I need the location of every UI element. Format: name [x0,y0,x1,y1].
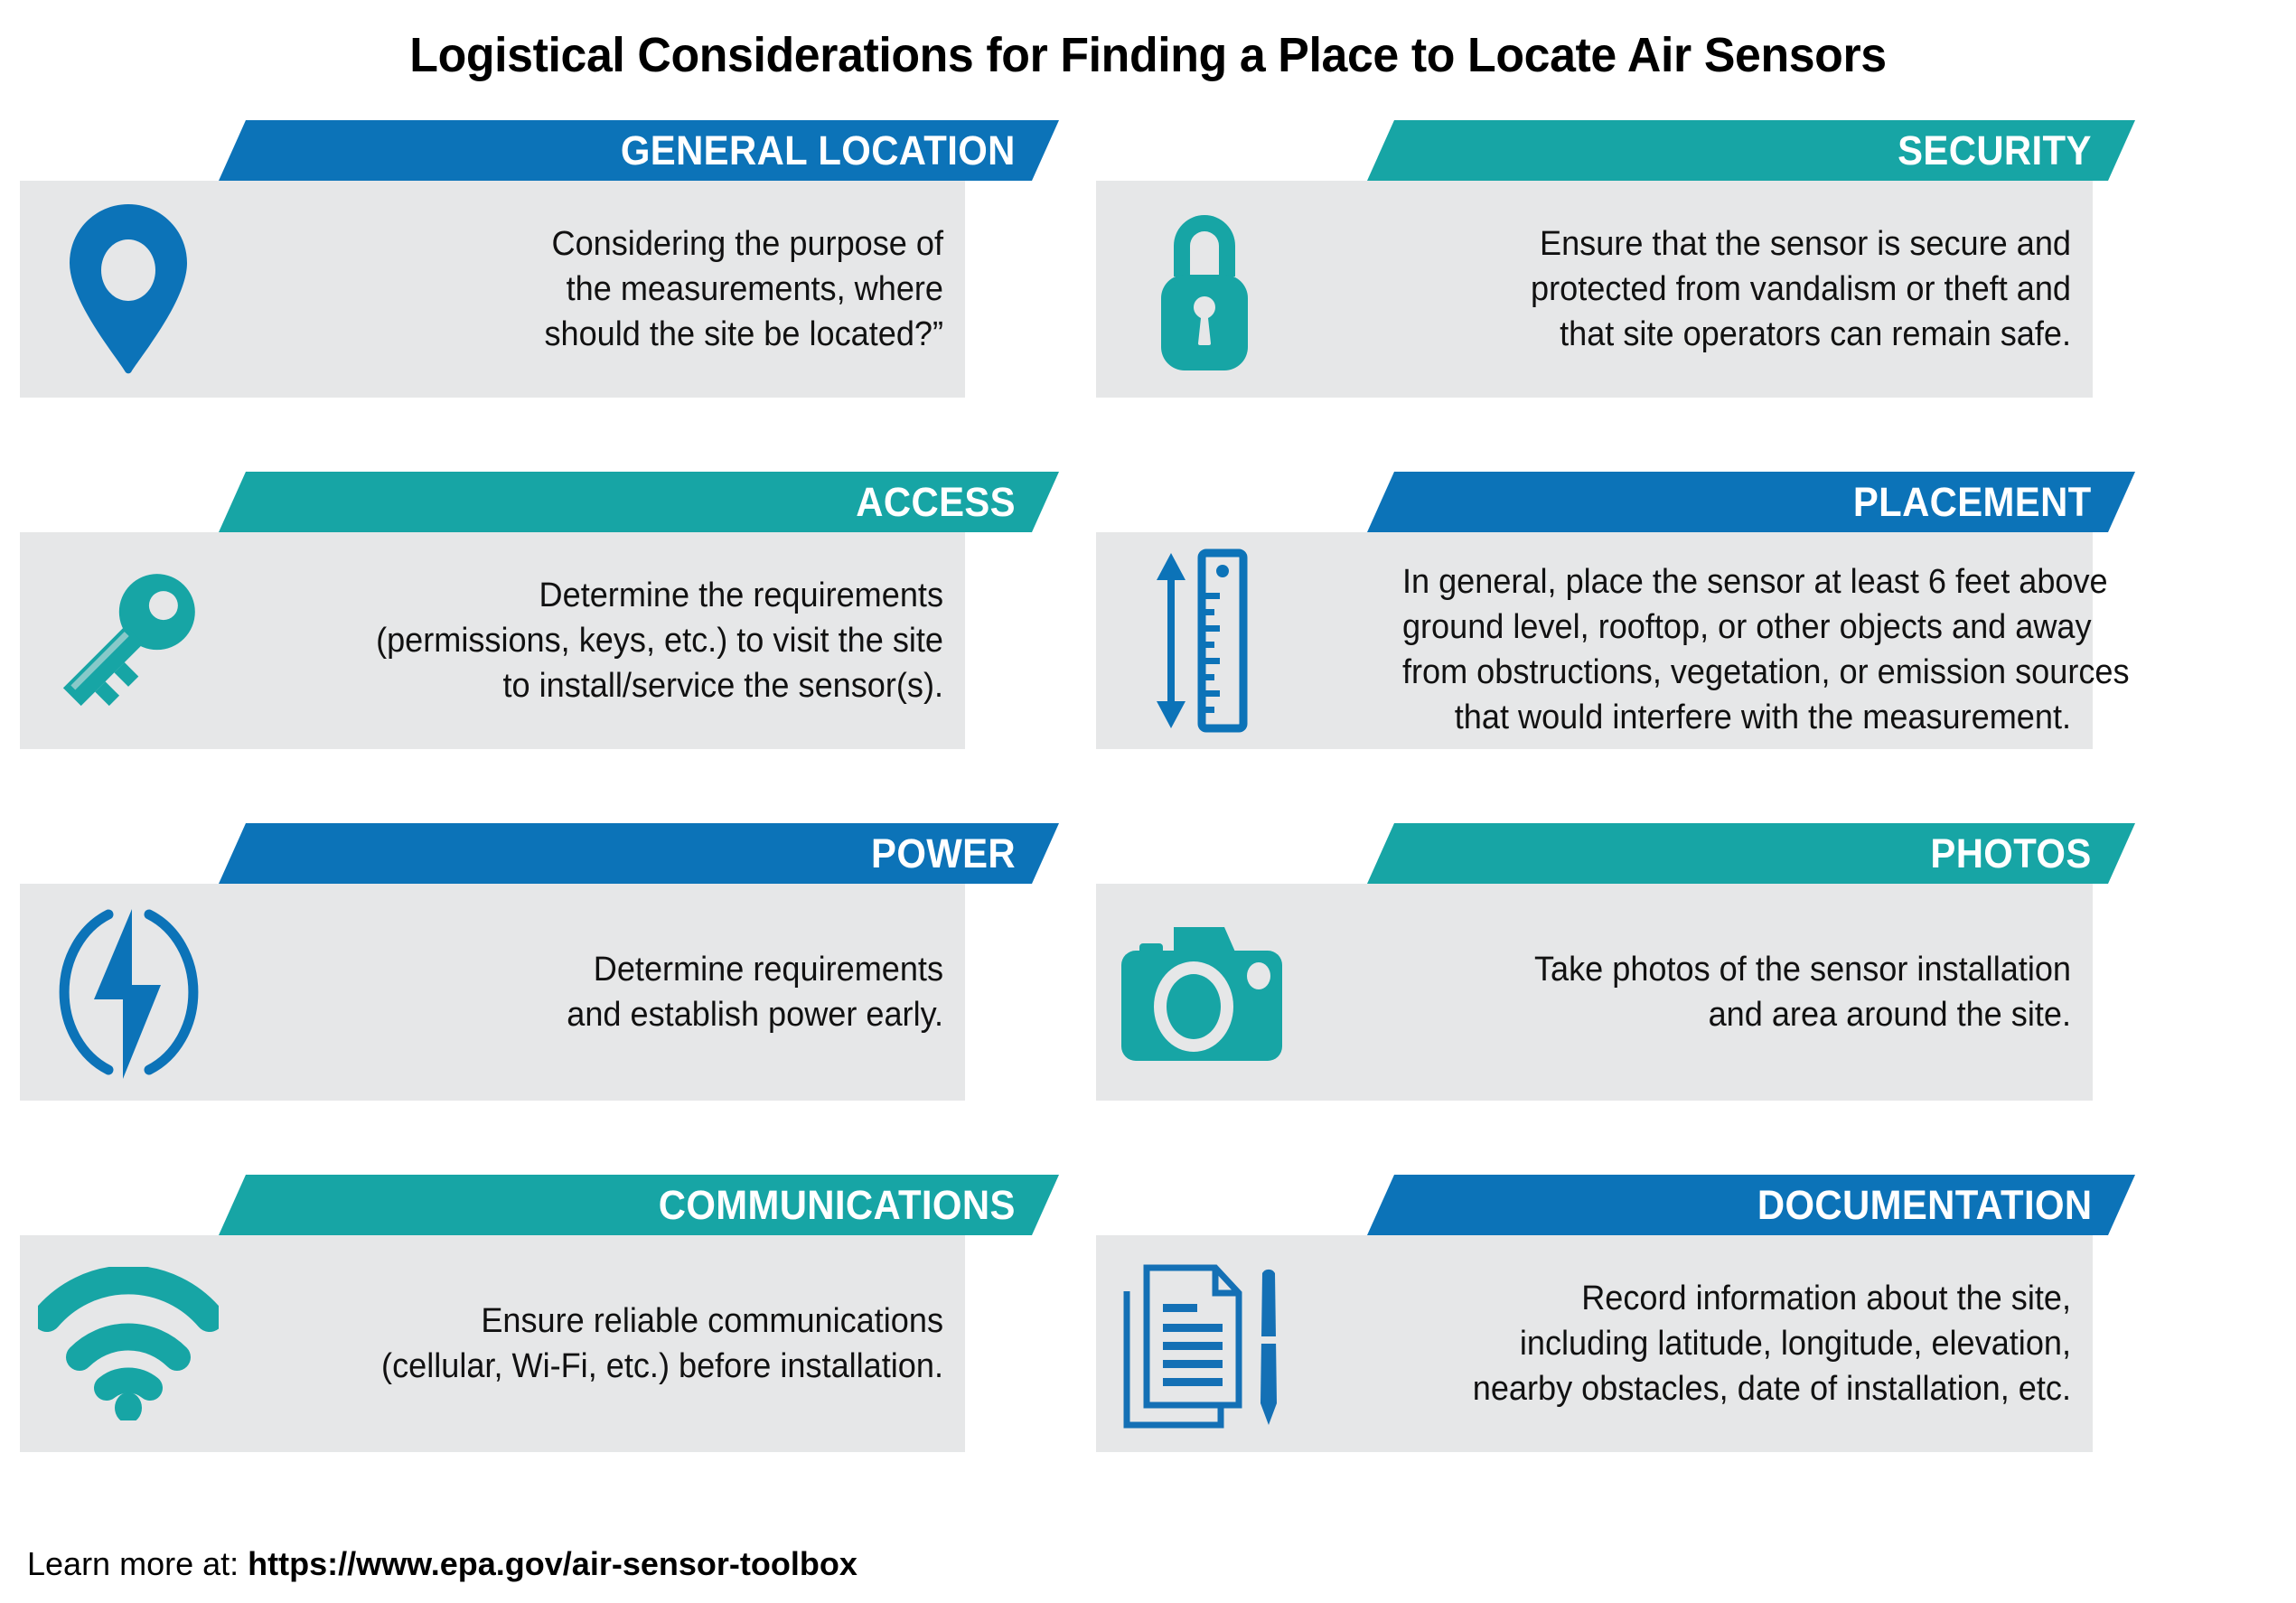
wifi-icon [20,1235,237,1452]
card-access[interactable]: ACCESS Determine the requirements (permi… [20,472,1050,779]
body-line: including latitude, longitude, elevation… [1519,1324,2071,1363]
body-line: ground level, rooftop, or other objects … [1401,607,2092,646]
ruler-icon [1096,532,1313,749]
card-body-text: Ensure that the sensor is secure and pro… [1367,181,2071,398]
map-pin-icon [20,181,237,398]
card-heading-banner: SECURITY [1367,120,2135,181]
body-line: to install/service the sensor(s). [502,667,943,706]
card-body-text: In general, place the sensor at least 6 … [1367,532,2130,767]
body-line: that site operators can remain safe. [1560,315,2071,354]
card-communications[interactable]: COMMUNICATIONS Ensure reliable communica… [20,1175,1050,1482]
card-row: POWER Determine requirements and establi… [0,823,2296,1175]
card-row: ACCESS Determine the requirements (permi… [0,472,2296,823]
card-heading-banner: DOCUMENTATION [1367,1175,2135,1235]
card-heading-banner: GENERAL LOCATION [219,120,1059,181]
card-security[interactable]: SECURITY Ensure that the sensor is secur… [1096,120,2135,427]
body-line: protected from vandalism or theft and [1531,269,2071,308]
lightning-bolt-icon [20,884,237,1101]
card-heading-banner: ACCESS [219,472,1059,532]
card-heading-label: DOCUMENTATION [1757,1181,2092,1228]
card-heading-label: PLACEMENT [1853,478,2092,525]
card-body-text: Determine requirements and establish pow… [246,884,943,1101]
card-photos[interactable]: PHOTOS Take photos of the sensor install… [1096,823,2135,1130]
card-heading-label: ACCESS [856,478,1016,525]
card-body-text: Ensure reliable communications (cellular… [246,1235,943,1452]
card-body-text: Determine the requirements (permissions,… [246,532,943,749]
body-line: Take photos of the sensor installation [1533,950,2071,989]
card-row: COMMUNICATIONS Ensure reliable communica… [0,1175,2296,1536]
card-heading-label: COMMUNICATIONS [658,1181,1016,1228]
body-line: Determine requirements [593,950,943,989]
body-line: (permissions, keys, etc.) to visit the s… [376,621,943,660]
body-line: the measurements, where [566,269,943,308]
card-heading-label: SECURITY [1898,127,2092,173]
card-power[interactable]: POWER Determine requirements and establi… [20,823,1050,1130]
card-heading-banner: PLACEMENT [1367,472,2135,532]
card-heading-banner: PHOTOS [1367,823,2135,884]
body-line: Record information about the site, [1581,1279,2071,1317]
body-line: Determine the requirements [539,576,943,614]
card-heading-label: PHOTOS [1930,830,2092,876]
camera-icon [1096,884,1313,1101]
body-line: and area around the site. [1708,996,2071,1034]
footer-learn-more: Learn more at: https://www.epa.gov/air-s… [27,1545,857,1583]
body-line: (cellular, Wi-Fi, etc.) before installat… [381,1347,943,1385]
body-line: Considering the purpose of [551,224,943,263]
page-title: Logistical Considerations for Finding a … [409,28,1887,82]
card-row: GENERAL LOCATION Considering the purpose… [0,120,2296,472]
card-heading-banner: POWER [219,823,1059,884]
body-line: should the site be located?” [544,315,943,354]
card-grid: GENERAL LOCATION Considering the purpose… [0,120,2296,1536]
body-line: Ensure that the sensor is secure and [1540,224,2071,263]
footer-url-link[interactable]: https://www.epa.gov/air-sensor-toolbox [248,1545,857,1582]
body-line: and establish power early. [567,996,943,1034]
body-line: Ensure reliable communications [481,1301,943,1340]
card-body-text: Take photos of the sensor installation a… [1367,884,2071,1101]
body-line: from obstructions, vegetation, or emissi… [1401,653,2130,691]
body-line: nearby obstacles, date of installation, … [1472,1370,2071,1409]
key-icon [20,532,237,749]
card-general-location[interactable]: GENERAL LOCATION Considering the purpose… [20,120,1050,427]
card-heading-label: GENERAL LOCATION [621,127,1016,173]
body-line: In general, place the sensor at least 6 … [1401,562,2108,601]
card-placement[interactable]: PLACEMENT In general, place the sensor a… [1096,472,2135,779]
body-line: that would interfere with the measuremen… [1454,698,2071,737]
card-heading-label: POWER [871,830,1016,876]
card-body-text: Considering the purpose of the measureme… [246,181,943,398]
lock-icon [1096,181,1313,398]
footer-prefix: Learn more at: [27,1545,248,1582]
card-heading-banner: COMMUNICATIONS [219,1175,1059,1235]
card-body-text: Record information about the site, inclu… [1367,1235,2071,1452]
card-documentation[interactable]: DOCUMENTATION Record information about t… [1096,1175,2135,1482]
document-pen-icon [1096,1235,1313,1452]
